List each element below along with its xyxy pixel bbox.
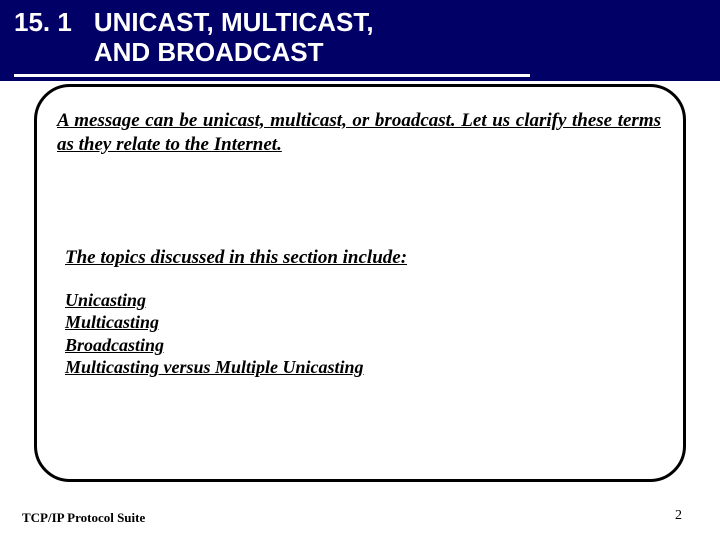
topics-list: Unicasting Multicasting Broadcasting Mul… xyxy=(65,289,661,379)
content-box: A message can be unicast, multicast, or … xyxy=(34,84,686,482)
slide-header: 15. 1 UNICAST, MULTICAST, AND BROADCAST xyxy=(0,0,720,81)
page-number: 2 xyxy=(675,508,682,524)
topics-lead: The topics discussed in this section inc… xyxy=(65,247,661,269)
intro-paragraph: A message can be unicast, multicast, or … xyxy=(57,109,661,157)
footer-left: TCP/IP Protocol Suite xyxy=(22,510,145,526)
topic-item: Multicasting xyxy=(65,311,661,334)
header-rule xyxy=(14,74,530,77)
topic-item: Multicasting versus Multiple Unicasting xyxy=(65,356,661,379)
section-number: 15. 1 xyxy=(0,8,94,37)
topic-item: Unicasting xyxy=(65,289,661,312)
title-line-2: AND BROADCAST xyxy=(94,37,324,67)
title-line-1: UNICAST, MULTICAST, xyxy=(94,7,374,37)
header-inner: 15. 1 UNICAST, MULTICAST, AND BROADCAST xyxy=(0,8,720,68)
section-title: UNICAST, MULTICAST, AND BROADCAST xyxy=(94,8,374,68)
topic-item: Broadcasting xyxy=(65,334,661,357)
